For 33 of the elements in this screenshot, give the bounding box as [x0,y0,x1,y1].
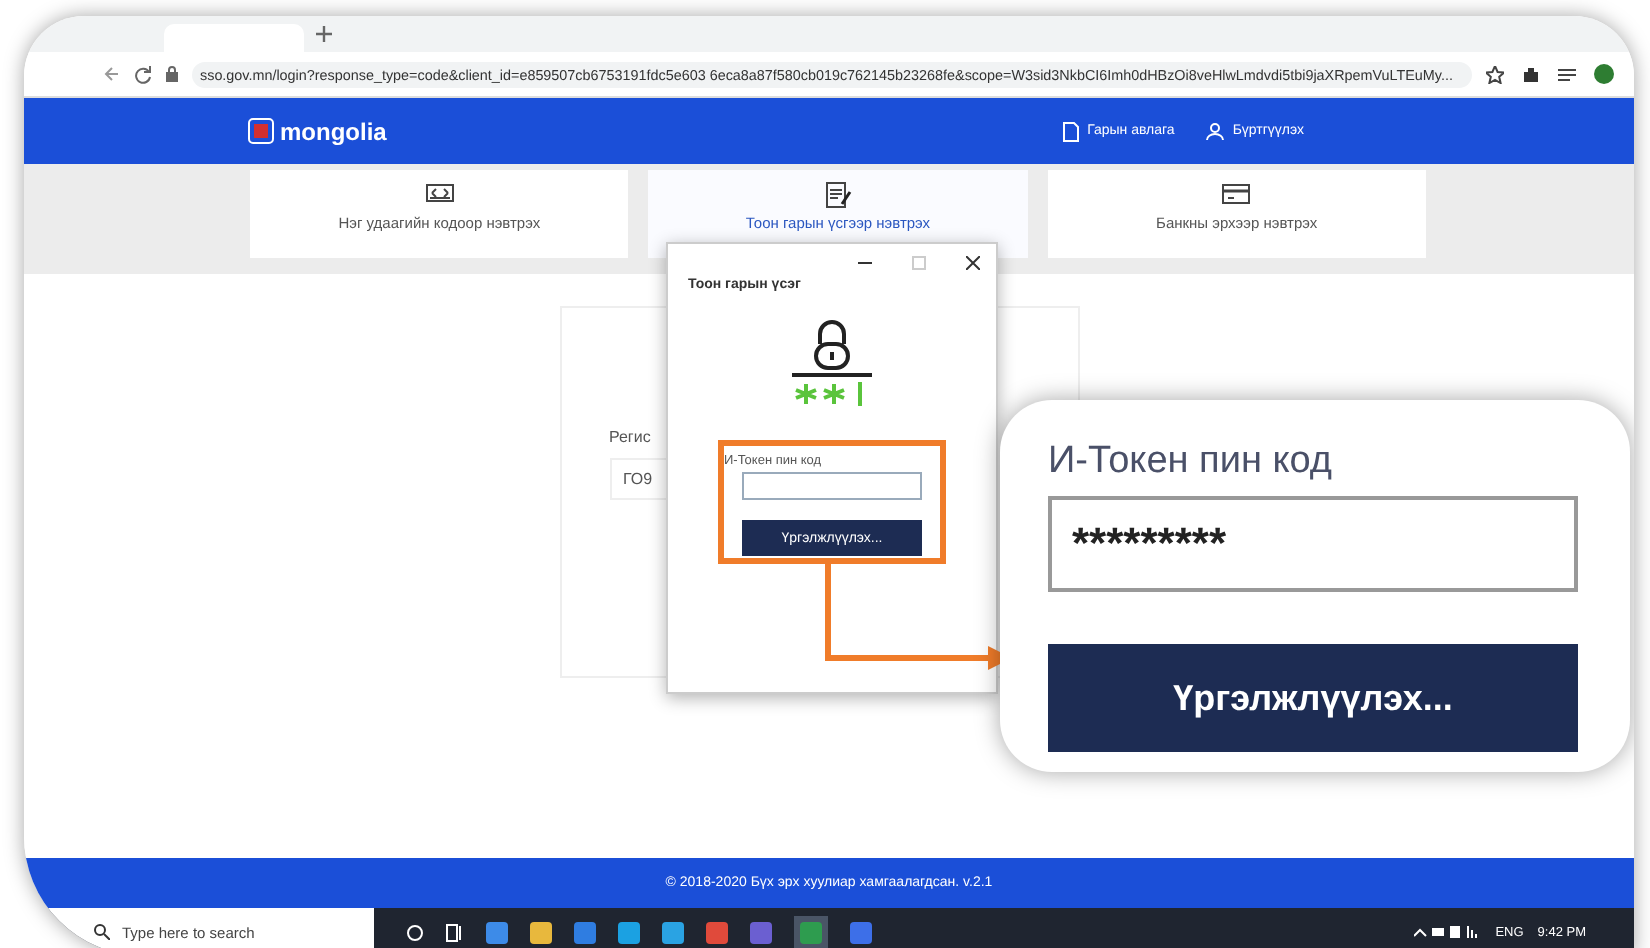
user-icon [1206,121,1225,141]
taskbar-app-icon[interactable] [706,921,728,943]
taskbar-app-icon[interactable] [530,921,552,943]
list-icon[interactable] [1558,65,1576,83]
circle-icon[interactable] [406,923,424,941]
taskbar-app-icon[interactable] [486,921,508,943]
taskbar-app-icon[interactable] [662,921,684,943]
pin-input-field[interactable]: ********* [1048,496,1578,592]
continue-button[interactable]: Үргэлжлүүлэх... [1048,644,1578,752]
field-label: Регис [609,428,651,446]
back-icon[interactable] [104,66,120,82]
lock-icon [166,66,178,82]
keyboard-icon [425,181,454,207]
star-icon[interactable] [1486,65,1504,83]
search-icon [94,924,110,940]
profile-avatar-icon[interactable] [1594,64,1614,84]
logo-text: mongolia [280,117,387,145]
document-pen-icon [823,181,852,207]
card-icon [1222,181,1251,207]
taskbar-app-icon[interactable] [618,921,640,943]
logo-icon [248,118,274,144]
document-icon [1061,121,1080,141]
plus-icon[interactable] [316,26,332,42]
field-label: И-Токен пин код [1048,440,1334,484]
reload-icon[interactable] [134,65,152,83]
taskbar-app-icon[interactable] [574,921,596,943]
pin-input-field[interactable] [742,472,922,500]
task-view-icon[interactable] [446,923,464,941]
taskbar-app-icon[interactable] [850,921,872,943]
minimize-icon[interactable] [858,256,872,270]
close-icon[interactable] [966,256,980,270]
lock-pin-drawing [792,316,872,408]
tray-icons-drawing[interactable] [1413,924,1482,940]
